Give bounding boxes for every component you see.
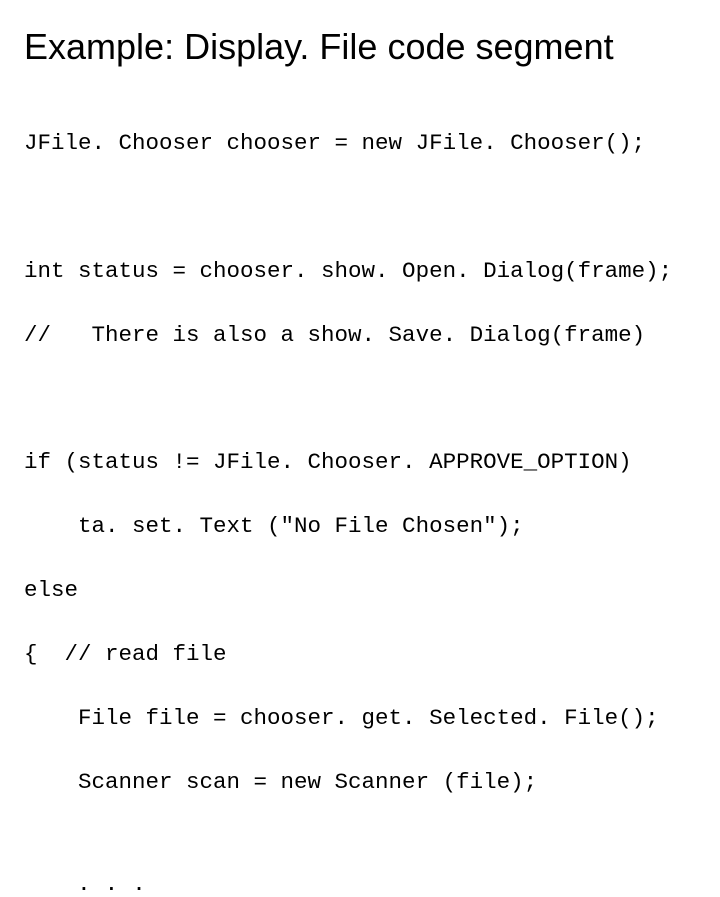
blank-line [24, 192, 696, 224]
code-line: else [24, 575, 696, 607]
code-line: Scanner scan = new Scanner (file); [24, 767, 696, 799]
slide-title: Example: Display. File code segment [24, 26, 696, 68]
slide: Example: Display. File code segment JFil… [0, 0, 720, 540]
code-block: JFile. Chooser chooser = new JFile. Choo… [24, 96, 696, 863]
code-line: ta. set. Text ("No File Chosen"); [24, 511, 696, 543]
blank-line [24, 384, 696, 416]
code-line: JFile. Chooser chooser = new JFile. Choo… [24, 128, 696, 160]
code-line: if (status != JFile. Chooser. APPROVE_OP… [24, 447, 696, 479]
code-line: { // read file [24, 639, 696, 671]
code-line: File file = chooser. get. Selected. File… [24, 703, 696, 735]
ellipsis: . . . [24, 865, 696, 897]
code-line: int status = chooser. show. Open. Dialog… [24, 256, 696, 288]
code-line: // There is also a show. Save. Dialog(fr… [24, 320, 696, 352]
